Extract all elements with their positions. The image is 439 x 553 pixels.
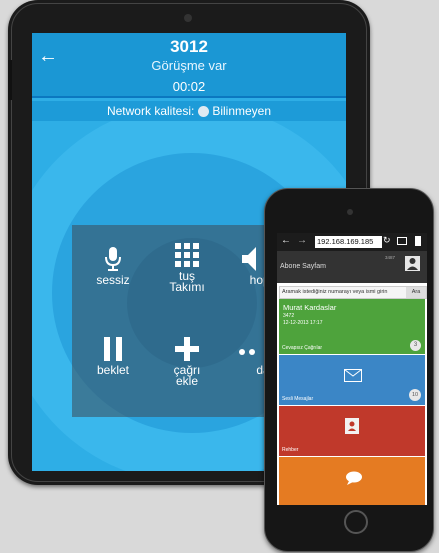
pause-icon — [104, 337, 122, 361]
network-quality-bar: Network kalitesi: Bilinmeyen — [32, 101, 346, 121]
chat-tile[interactable] — [279, 457, 425, 505]
reload-icon[interactable]: ↻ — [383, 235, 391, 246]
call-status: Görüşme var — [151, 58, 227, 73]
hold-button[interactable]: beklet — [78, 337, 148, 376]
add-call-button[interactable]: çağrı ekle — [152, 337, 222, 387]
search-placeholder: Aramak istediğiniz numarayı veya ismi gi… — [282, 289, 388, 295]
tabs-icon[interactable] — [397, 237, 407, 245]
browser-back-icon[interactable]: ← — [281, 235, 291, 246]
keypad-label-line2: Takımı — [169, 280, 205, 294]
phone-camera — [347, 209, 353, 215]
missed-caller-number: 3472 — [283, 313, 295, 319]
more-dots-icon — [239, 349, 255, 355]
subscriber-header: Abone Sayfam 3487 — [277, 251, 427, 283]
subscriber-number: 3487 — [385, 255, 396, 260]
network-quality-icon — [198, 106, 210, 118]
subscriber-title: Abone Sayfam — [280, 263, 326, 270]
search-input[interactable]: Aramak istediğiniz numarayı veya ismi gi… — [279, 286, 427, 299]
envelope-icon — [344, 369, 362, 382]
voicemail-count: 10 — [409, 389, 421, 401]
browser-toolbar: ← → 192.168.169.185 ↻ — [277, 233, 427, 251]
search-button[interactable]: Ara — [406, 287, 426, 298]
header-divider — [32, 96, 346, 98]
missed-calls-tile[interactable]: Murat Kardaslar 3472 12-12-2013 17:17 Ce… — [279, 299, 425, 354]
network-quality-value: Bilinmeyen — [212, 104, 272, 118]
tablet-camera — [184, 14, 192, 22]
missed-call-datetime: 12-12-2013 17:17 — [283, 320, 323, 326]
address-book-icon — [345, 418, 359, 434]
bookmark-icon[interactable] — [415, 236, 421, 246]
browser-forward-icon[interactable]: → — [297, 235, 307, 246]
microphone-icon — [105, 247, 121, 271]
voicemail-tile[interactable]: Sesli Mesajlar 10 — [279, 355, 425, 405]
missed-caller-name: Murat Kardaslar — [283, 303, 337, 312]
phone-screen: ← → 192.168.169.185 ↻ Abone Sayfam 3487 … — [277, 233, 427, 505]
call-number: 3012 — [170, 37, 208, 56]
phone-home-button[interactable] — [344, 510, 368, 534]
call-header: ← 3012 Görüşme var 00:02 — [32, 33, 346, 96]
missed-calls-label: Cevapsız Çağrılar — [282, 345, 323, 351]
missed-calls-count: 3 — [410, 340, 421, 351]
voicemail-label: Sesli Mesajlar — [282, 396, 314, 402]
contacts-label: Rehber — [282, 447, 299, 453]
hold-label: beklet — [96, 363, 130, 377]
add-call-label-line2: ekle — [175, 374, 198, 388]
user-avatar-icon[interactable] — [405, 256, 420, 271]
network-quality-label: Network kalitesi: — [106, 104, 195, 118]
keypad-button[interactable]: tuş Takımı — [152, 243, 222, 293]
chat-bubble-icon — [346, 471, 362, 485]
call-timer: 00:02 — [172, 79, 206, 94]
mute-label: sessiz — [96, 273, 130, 287]
url-field[interactable]: 192.168.169.185 — [315, 236, 382, 248]
mute-button[interactable]: sessiz — [78, 247, 148, 286]
keypad-icon — [175, 243, 199, 267]
plus-icon — [175, 337, 199, 361]
contacts-tile[interactable]: Rehber — [279, 406, 425, 456]
tablet-side-button — [8, 60, 12, 100]
speaker-icon — [242, 247, 256, 271]
